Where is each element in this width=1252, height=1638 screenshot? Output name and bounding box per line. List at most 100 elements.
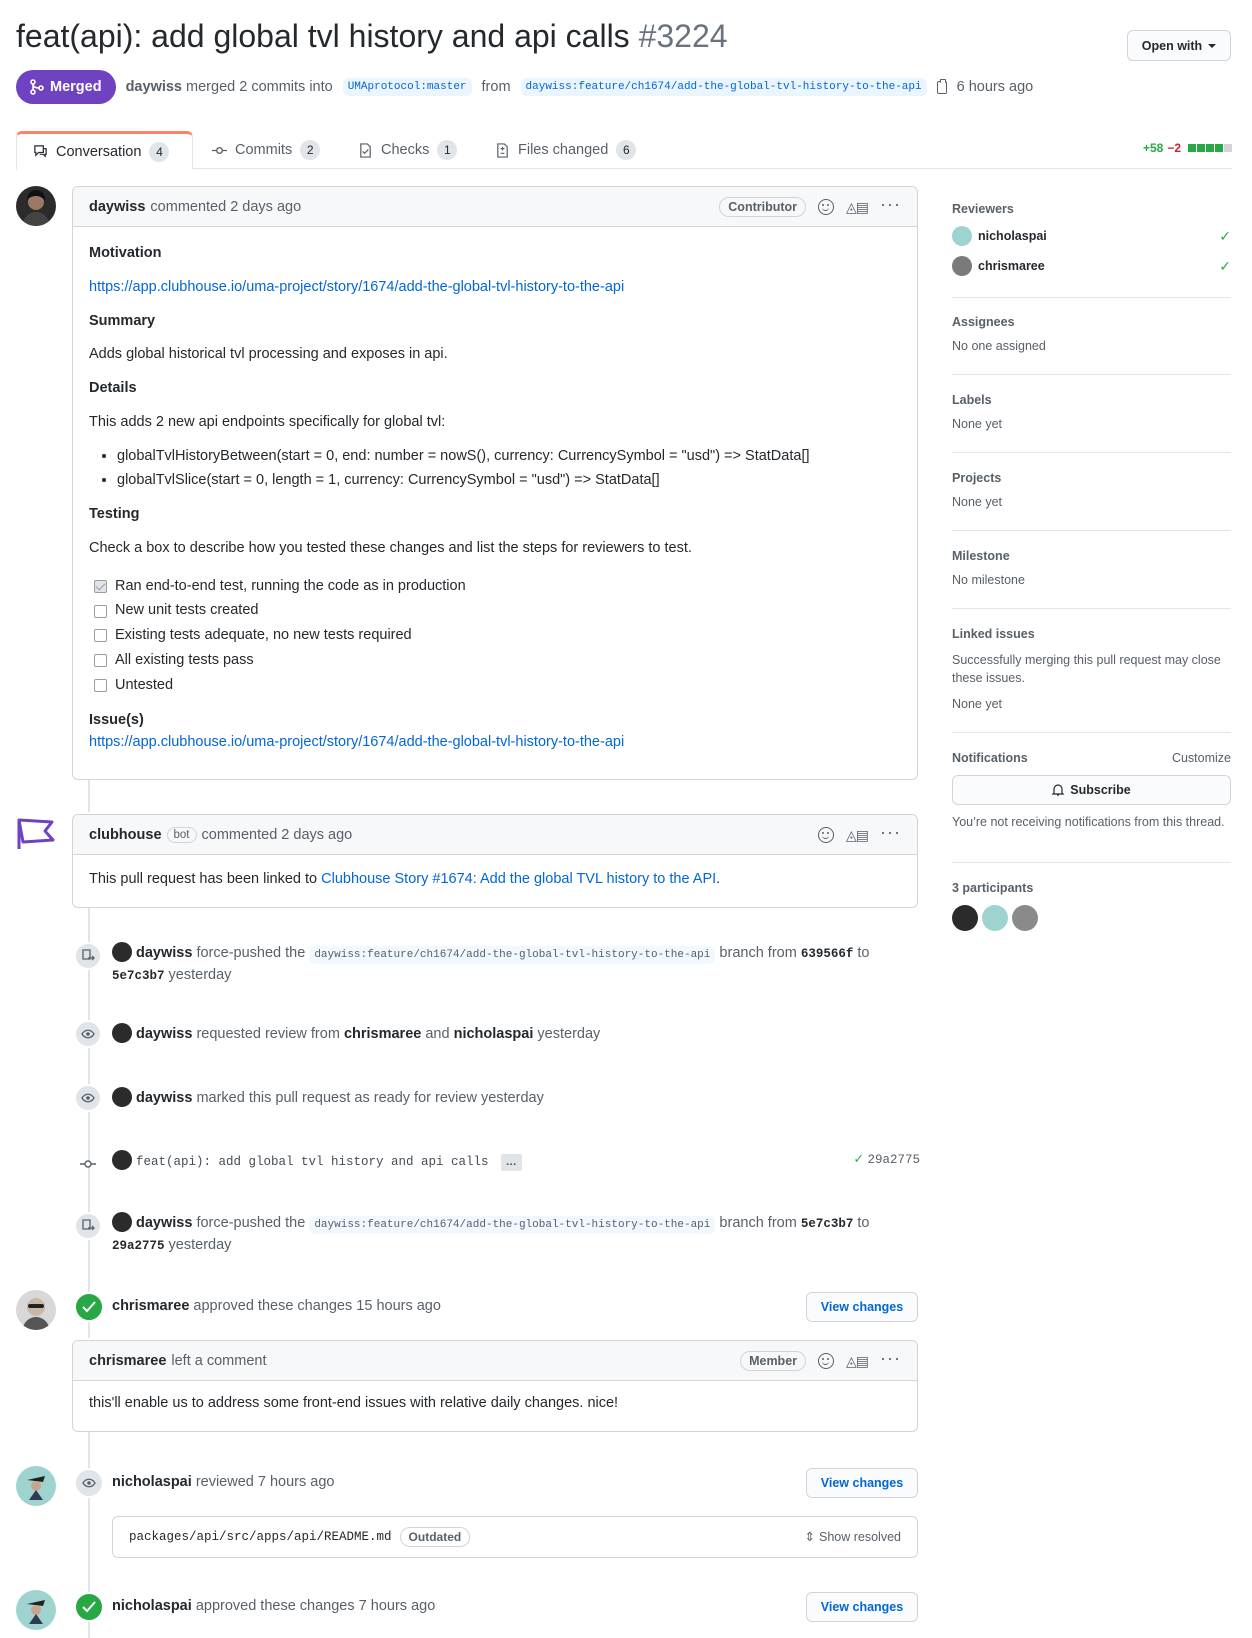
task-item: Untested [94,675,901,697]
event-time[interactable]: 7 hours ago [359,1598,436,1614]
branch-ref[interactable]: daywiss:feature/ch1674/add-the-global-tv… [309,1216,716,1234]
commit-sha-link[interactable]: 5e7c3b7 [801,1217,854,1231]
event-time[interactable]: yesterday [537,1026,600,1042]
avatar-chrismaree[interactable] [1012,905,1038,931]
event-user[interactable]: daywiss [136,1026,192,1042]
file-diff-icon [497,142,508,158]
head-branch-ref[interactable]: daywiss:feature/ch1674/add-the-global-tv… [520,78,927,96]
avatar-nicholaspai[interactable] [16,1590,56,1630]
commit-sha-link[interactable]: 29a2775 [112,1239,165,1253]
base-branch-ref[interactable]: UMAprotocol:master [342,78,472,96]
avatar-daywiss[interactable] [112,1087,132,1107]
sidebar-labels-heading[interactable]: Labels [952,393,1231,407]
comment-author[interactable]: clubhouse [89,827,162,843]
avatar-chrismaree[interactable] [16,1290,56,1330]
report-icon[interactable]: ◬▤ [846,1353,869,1370]
event-user[interactable]: nicholaspai [112,1598,192,1614]
show-resolved-button[interactable]: ⇕ Show resolved [805,1529,901,1545]
comment-author[interactable]: daywiss [89,199,145,215]
commit-sha-link[interactable]: 5e7c3b7 [112,969,165,983]
add-reaction-icon[interactable] [818,827,835,843]
add-reaction-icon[interactable] [818,199,835,215]
pr-author-link[interactable]: daywiss [126,79,182,95]
event-user[interactable]: daywiss [136,1215,192,1231]
report-icon[interactable]: ◬▤ [846,199,869,216]
merged-text: merged 2 commits into [186,79,333,95]
reviewer-item: chrismaree ✓ [952,256,1231,276]
avatar-daywiss[interactable] [112,1212,132,1232]
avatar-daywiss[interactable] [112,1023,132,1043]
checkbox[interactable] [94,604,107,618]
avatar-daywiss[interactable] [112,942,132,962]
tab-conversation[interactable]: Conversation 4 [16,131,193,170]
expand-commit-button[interactable]: … [500,1154,522,1171]
event-time[interactable]: yesterday [169,967,232,983]
clubhouse-story-link[interactable]: Clubhouse Story #1674: Add the global TV… [321,871,716,887]
branch-ref[interactable]: daywiss:feature/ch1674/add-the-global-tv… [309,946,716,964]
comment-timestamp[interactable]: commented 2 days ago [150,199,301,215]
reviewer-name[interactable]: nicholaspai [978,229,1047,243]
commit-message-link[interactable]: feat(api): add global tvl history and ap… [136,1155,489,1169]
tab-files-changed[interactable]: Files changed 6 [479,131,652,169]
timeline-line [88,780,90,812]
event-text: chrismaree approved these changes 15 hou… [112,1296,920,1318]
reviewer-name[interactable]: chrismaree [978,259,1045,273]
report-icon[interactable]: ◬▤ [846,827,869,844]
checkbox[interactable] [94,678,107,692]
bot-text: This pull request has been linked to [89,871,318,887]
avatar-daywiss[interactable] [952,905,978,931]
customize-link[interactable]: Customize [1172,751,1231,765]
reviewer-link[interactable]: chrismaree [344,1026,421,1042]
issue-link[interactable]: https://app.clubhouse.io/uma-project/sto… [89,734,624,750]
comment-author[interactable]: chrismaree [89,1353,166,1369]
avatar-nicholaspai[interactable] [982,905,1008,931]
view-changes-button[interactable]: View changes [806,1592,918,1622]
reviewer-link[interactable]: nicholaspai [454,1026,534,1042]
tab-checks[interactable]: Checks 1 [342,131,473,169]
commit-sha-link[interactable]: 639566f [801,947,854,961]
checkbox-checked[interactable] [94,579,107,593]
comment-timestamp[interactable]: commented 2 days ago [202,827,353,843]
checkbox[interactable] [94,654,107,668]
checkbox[interactable] [94,629,107,643]
view-changes-button[interactable]: View changes [806,1468,918,1498]
file-path-link[interactable]: packages/api/src/apps/api/README.md [129,1530,392,1544]
sidebar-milestone-heading[interactable]: Milestone [952,549,1231,563]
add-reaction-icon[interactable] [818,1353,835,1369]
avatar-daywiss[interactable] [112,1150,132,1170]
copy-clipboard-icon[interactable] [936,78,947,94]
view-changes-button[interactable]: View changes [806,1292,918,1322]
event-user[interactable]: daywiss [136,945,192,961]
avatar-chrismaree[interactable] [952,256,972,276]
merged-state-badge: Merged [16,70,116,104]
avatar-clubhouse-bot[interactable] [16,816,56,856]
sidebar-assignees-heading[interactable]: Assignees [952,315,1231,329]
motivation-link[interactable]: https://app.clubhouse.io/uma-project/sto… [89,279,624,295]
avatar-nicholaspai[interactable] [952,226,972,246]
subscribe-button[interactable]: Subscribe [952,775,1231,805]
sidebar-projects-heading[interactable]: Projects [952,471,1231,485]
event-time[interactable]: yesterday [481,1090,544,1106]
avatar-daywiss[interactable] [16,186,56,226]
event-time[interactable]: 15 hours ago [356,1298,441,1314]
more-options-icon[interactable]: ··· [880,195,901,213]
sidebar-participants: 3 participants [952,881,1231,941]
event-user[interactable]: chrismaree [112,1298,189,1314]
more-options-icon[interactable]: ··· [880,1349,901,1367]
commit-status: ✓ 29a2775 [854,1150,920,1170]
check-icon[interactable]: ✓ [854,1152,864,1166]
avatar-nicholaspai[interactable] [16,1466,56,1506]
heading-details: Details [89,380,137,396]
event-verb: requested review from [196,1026,340,1042]
event-time[interactable]: yesterday [169,1237,232,1253]
comment-discussion-icon [34,145,47,158]
tab-commits[interactable]: Commits 2 [196,131,336,169]
event-time[interactable]: 7 hours ago [258,1474,335,1490]
event-user[interactable]: daywiss [136,1090,192,1106]
period: . [716,871,721,887]
event-user[interactable]: nicholaspai [112,1474,192,1490]
open-with-button[interactable]: Open with [1127,30,1231,61]
commit-sha-link[interactable]: 29a2775 [867,1153,920,1167]
more-options-icon[interactable]: ··· [880,823,901,841]
sidebar-reviewers-heading[interactable]: Reviewers [952,202,1231,216]
